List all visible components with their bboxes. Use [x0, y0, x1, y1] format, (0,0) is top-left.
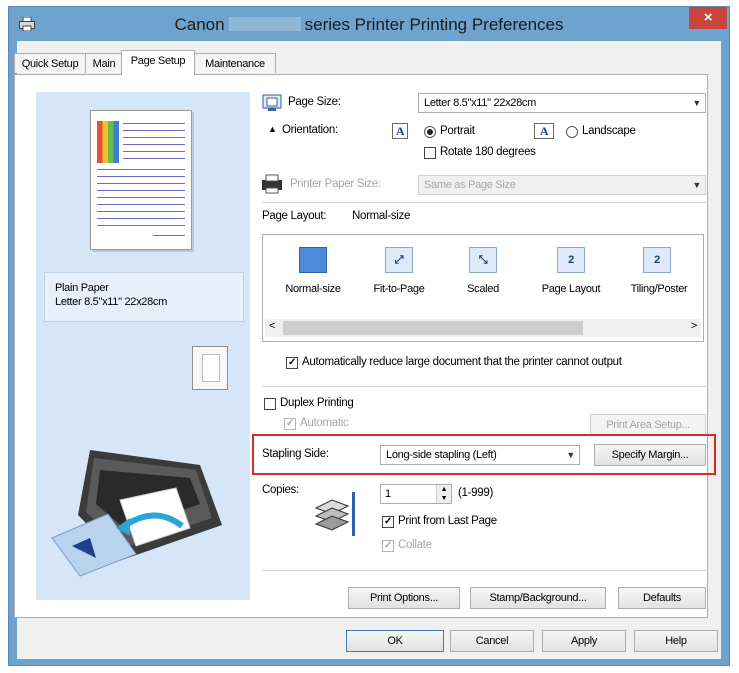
- duplex-printing-label[interactable]: Duplex Printing: [280, 397, 354, 409]
- title-bar: Canon series Printer Printing Preferences…: [9, 7, 729, 41]
- collate-checkbox[interactable]: ✓: [382, 540, 394, 552]
- collate-label: Collate: [398, 539, 432, 551]
- divider: [262, 386, 706, 387]
- apply-button[interactable]: Apply: [542, 630, 626, 652]
- print-options-button[interactable]: Print Options...: [348, 587, 460, 609]
- printer-paper-size-select[interactable]: Same as Page Size ▼: [418, 175, 706, 195]
- page-size-select[interactable]: Letter 8.5"x11" 22x28cm ▼: [418, 93, 706, 113]
- rotate-180-label[interactable]: Rotate 180 degrees: [440, 146, 536, 158]
- redacted-model: [228, 17, 301, 31]
- layout-scrollbar[interactable]: < >: [265, 319, 701, 337]
- duplex-automatic-checkbox[interactable]: ✓: [284, 418, 296, 430]
- scroll-left-icon[interactable]: <: [269, 320, 275, 332]
- orientation-landscape-icon: A: [534, 123, 554, 139]
- divider: [262, 202, 706, 203]
- layout-option-fit-to-page[interactable]: Fit-to-Page: [359, 283, 439, 295]
- title-brand: Canon: [174, 15, 225, 34]
- page-layout-value: Normal-size: [352, 210, 411, 222]
- spinner-arrows-icon[interactable]: ▲ ▼: [436, 485, 451, 503]
- copies-stack-icon: [314, 492, 355, 536]
- ok-button[interactable]: OK: [346, 630, 444, 652]
- copies-label: Copies:: [262, 484, 299, 496]
- normal-size-icon[interactable]: [299, 247, 327, 273]
- layout-option-normal-size[interactable]: Normal-size: [263, 283, 363, 295]
- duplex-automatic-label: Automatic: [300, 417, 349, 429]
- orientation-portrait-icon: A: [392, 123, 408, 139]
- paper-preview-icon: [90, 110, 192, 250]
- close-button[interactable]: ×: [689, 7, 727, 29]
- tab-main[interactable]: Main: [85, 53, 123, 73]
- tab-quick-setup[interactable]: Quick Setup: [14, 53, 86, 73]
- page-size-label: Page Size:: [288, 96, 341, 108]
- page-size-icon: [262, 94, 282, 111]
- divider: [262, 570, 706, 571]
- auto-reduce-checkbox[interactable]: ✓: [286, 357, 298, 369]
- paper-type-text: Plain Paper: [55, 282, 109, 294]
- layout-option-scaled[interactable]: Scaled: [443, 283, 523, 295]
- copies-range: (1-999): [458, 487, 493, 499]
- bullet-icon: ▲: [268, 124, 277, 134]
- stamp-background-button[interactable]: Stamp/Background...: [470, 587, 606, 609]
- chevron-down-icon: ▼: [692, 180, 701, 190]
- printer-illustration-icon: [51, 450, 222, 577]
- scroll-right-icon[interactable]: >: [691, 320, 697, 332]
- page-layout-icon[interactable]: 2: [557, 247, 585, 273]
- page-layout-label: Page Layout:: [262, 210, 327, 222]
- fit-to-page-icon[interactable]: ⤢: [385, 247, 413, 273]
- tab-page-setup[interactable]: Page Setup: [121, 50, 195, 75]
- duplex-printing-checkbox[interactable]: [264, 398, 276, 410]
- orientation-label: Orientation:: [282, 124, 338, 136]
- layout-option-page-layout[interactable]: Page Layout: [527, 283, 615, 295]
- landscape-label[interactable]: Landscape: [582, 125, 636, 137]
- print-area-setup-button[interactable]: Print Area Setup...: [590, 414, 706, 436]
- cancel-button[interactable]: Cancel: [450, 630, 534, 652]
- tab-maintenance[interactable]: Maintenance: [194, 53, 276, 73]
- portrait-label[interactable]: Portrait: [440, 125, 475, 137]
- layout-option-tiling-poster[interactable]: Tiling/Poster: [617, 283, 701, 295]
- printer-paper-icon: [262, 174, 282, 194]
- highlight-box: [252, 434, 716, 475]
- help-button[interactable]: Help: [634, 630, 718, 652]
- printer-paper-size-label: Printer Paper Size:: [290, 178, 381, 190]
- scaled-icon[interactable]: ⤡: [469, 247, 497, 273]
- title-rest: series Printer Printing Preferences: [304, 15, 564, 34]
- rotate-180-checkbox[interactable]: [424, 147, 436, 159]
- landscape-radio[interactable]: [566, 126, 578, 138]
- defaults-button[interactable]: Defaults: [618, 587, 706, 609]
- paper-info-box: Plain Paper Letter 8.5"x11" 22x28cm: [44, 272, 244, 322]
- page-layout-list: Normal-size ⤢ Fit-to-Page ⤡ Scaled 2 Pag…: [262, 234, 704, 342]
- scrollbar-thumb[interactable]: [283, 321, 583, 335]
- print-from-last-page-label[interactable]: Print from Last Page: [398, 515, 497, 527]
- portrait-radio[interactable]: [424, 126, 436, 138]
- auto-reduce-label[interactable]: Automatically reduce large document that…: [302, 356, 622, 368]
- page-size-value: Letter 8.5"x11" 22x28cm: [424, 97, 536, 109]
- window-title: Canon series Printer Printing Preferences: [9, 15, 729, 35]
- chevron-down-icon: ▼: [692, 98, 701, 108]
- copies-spinner[interactable]: 1 ▲ ▼: [380, 484, 452, 504]
- print-from-last-page-checkbox[interactable]: ✓: [382, 516, 394, 528]
- page-thumbnail-icon: [192, 346, 228, 390]
- tiling-poster-icon[interactable]: 2: [643, 247, 671, 273]
- paper-size-text: Letter 8.5"x11" 22x28cm: [55, 296, 167, 308]
- printer-paper-size-value: Same as Page Size: [424, 179, 516, 191]
- copies-value: 1: [385, 488, 391, 500]
